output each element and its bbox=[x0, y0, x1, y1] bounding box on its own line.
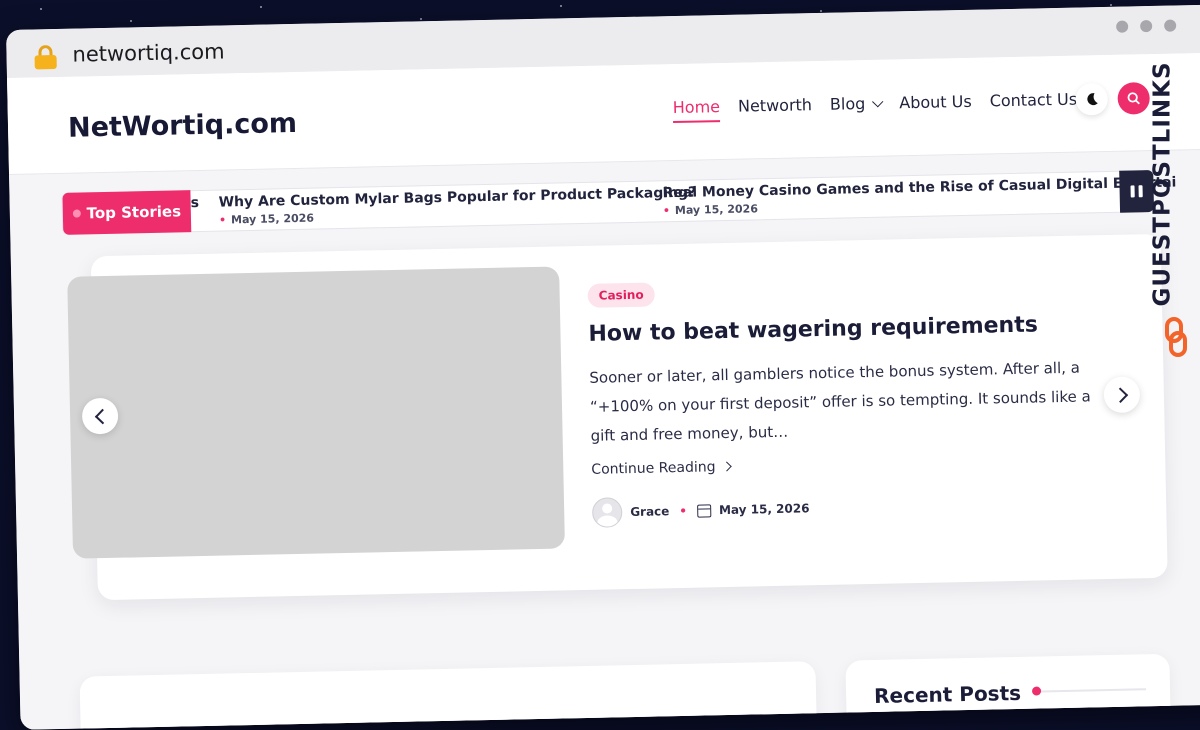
category-badge[interactable]: Casino bbox=[587, 282, 655, 308]
chevron-right-icon bbox=[1112, 386, 1128, 403]
url-text[interactable]: networtiq.com bbox=[72, 39, 225, 66]
calendar-icon bbox=[696, 503, 712, 518]
ticker-story[interactable]: Real Money Casino Games and the Rise of … bbox=[662, 175, 1176, 218]
site-logo[interactable]: NetWortiq.com bbox=[68, 108, 298, 144]
nav-about-us[interactable]: About Us bbox=[899, 92, 972, 119]
window-dot[interactable] bbox=[1140, 19, 1153, 33]
window-dot[interactable] bbox=[1116, 20, 1129, 33]
pause-icon bbox=[1138, 185, 1143, 198]
nav-blog-label: Blog bbox=[829, 94, 866, 114]
continue-reading-link[interactable]: Continue Reading bbox=[591, 459, 732, 478]
pause-icon bbox=[1130, 185, 1135, 198]
watermark-text: GUESTPOSTLINKS bbox=[1149, 61, 1176, 307]
featured-image-placeholder[interactable] bbox=[67, 266, 565, 559]
post-title[interactable]: How to beat wagering requirements bbox=[588, 312, 1038, 346]
nav-networth[interactable]: Networth bbox=[738, 95, 812, 122]
website: NetWortiq.com Home Networth Blog About U… bbox=[7, 52, 1200, 730]
ticker-label-text: Top Stories bbox=[86, 202, 182, 223]
title-dot bbox=[1031, 686, 1042, 696]
dark-mode-toggle[interactable] bbox=[1075, 82, 1109, 116]
pulse-dot-icon bbox=[72, 209, 81, 218]
avatar bbox=[591, 497, 623, 528]
window-dot[interactable] bbox=[1164, 19, 1177, 32]
top-stories-ticker: Top Stories s Why Are Custom Mylar Bags … bbox=[61, 170, 1177, 235]
ticker-cut-text: s bbox=[190, 194, 200, 212]
recent-posts-widget: Recent Posts bbox=[845, 653, 1171, 730]
chevron-right-icon bbox=[722, 461, 732, 472]
author-name[interactable]: Grace bbox=[630, 504, 669, 519]
nav-home[interactable]: Home bbox=[672, 97, 721, 124]
guestpostlinks-watermark: GUESTPOSTLINKS bbox=[1150, 55, 1194, 357]
nav-contact-us[interactable]: Contact Us bbox=[990, 90, 1078, 117]
meta-separator: • bbox=[679, 503, 688, 519]
search-icon bbox=[1127, 92, 1140, 105]
moon-icon bbox=[1087, 93, 1098, 106]
featured-slider: Casino How to beat wagering requirements… bbox=[67, 233, 1168, 601]
post-meta: Grace • May 15, 2026 bbox=[591, 493, 810, 528]
continue-reading-label: Continue Reading bbox=[591, 459, 716, 478]
chain-link-icon bbox=[1165, 317, 1187, 357]
chevron-down-icon bbox=[871, 96, 883, 108]
browser-window: networtiq.com NetWortiq.com Home Networt… bbox=[6, 4, 1200, 730]
ticker-story[interactable]: Why Are Custom Mylar Bags Popular for Pr… bbox=[218, 185, 696, 227]
post-date: May 15, 2026 bbox=[718, 501, 810, 518]
post-excerpt: Sooner or later, all gamblers notice the… bbox=[589, 358, 1091, 445]
chevron-left-icon bbox=[94, 408, 110, 424]
title-underline bbox=[1036, 688, 1147, 693]
top-stories-label: Top Stories bbox=[62, 190, 192, 235]
window-controls bbox=[1116, 19, 1177, 33]
content-card bbox=[79, 661, 818, 730]
lock-icon bbox=[34, 45, 57, 70]
nav-blog[interactable]: Blog bbox=[829, 94, 883, 120]
search-button[interactable] bbox=[1117, 82, 1151, 115]
main-nav: Home Networth Blog About Us Contact Us bbox=[672, 90, 1078, 124]
recent-posts-title: Recent Posts bbox=[873, 680, 1022, 708]
